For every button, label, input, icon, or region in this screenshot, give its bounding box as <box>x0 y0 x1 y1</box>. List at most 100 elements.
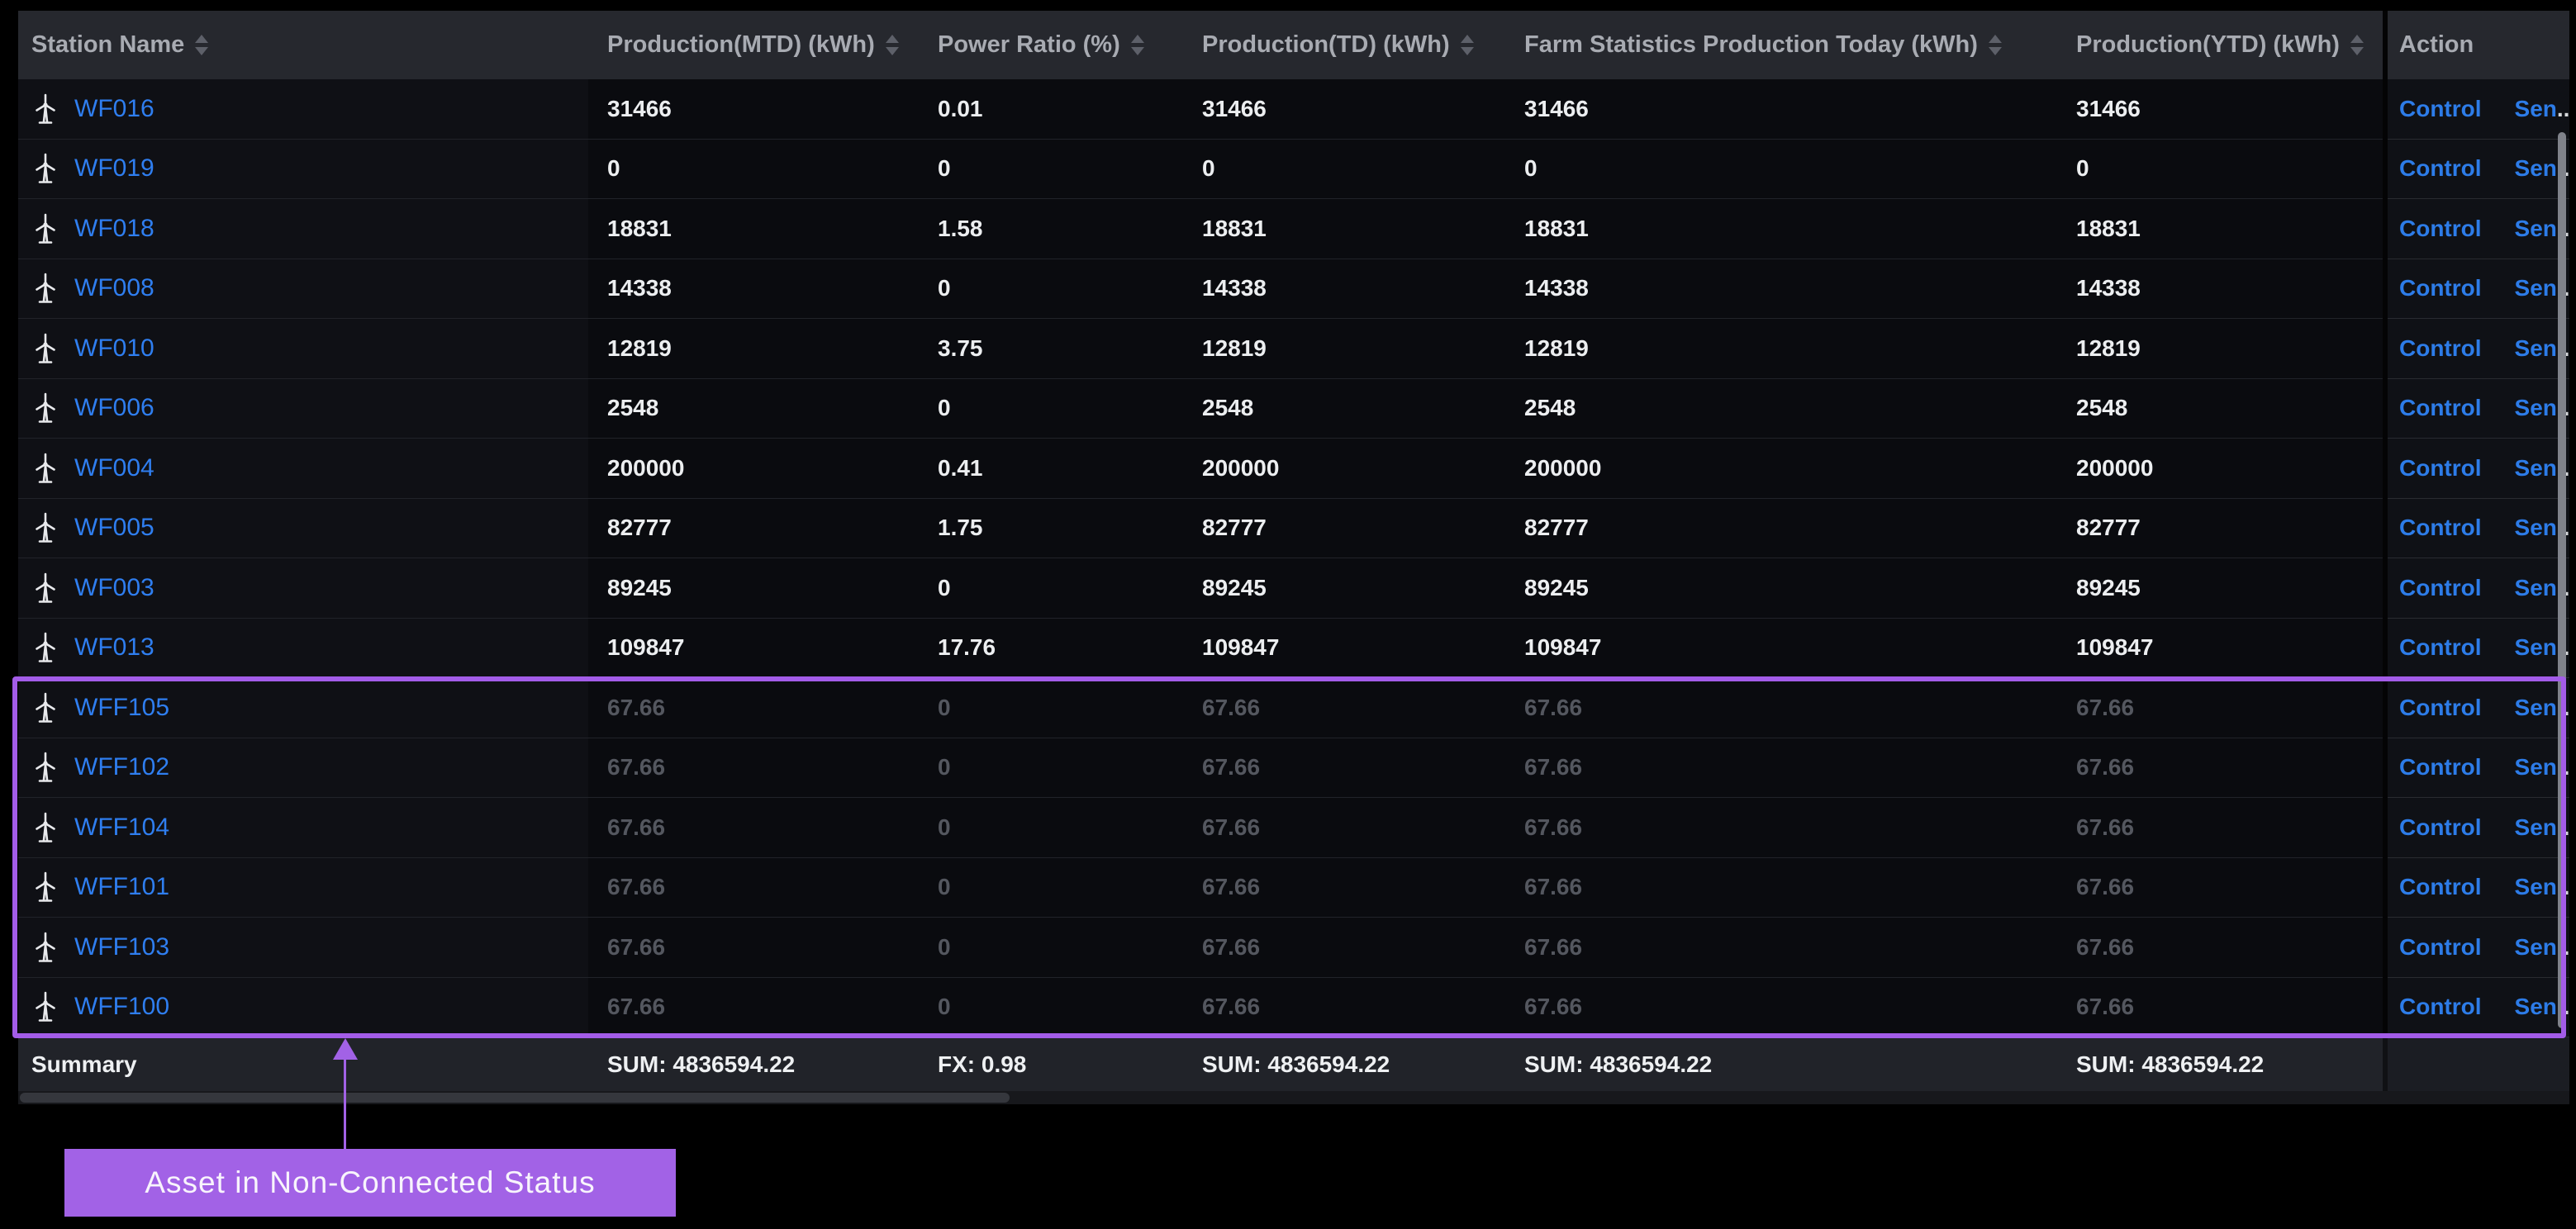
column-header-production-td-kwh-[interactable]: Production(TD) (kWh) <box>1183 11 1505 79</box>
station-name-link[interactable]: WFF101 <box>74 873 169 901</box>
station-name-link[interactable]: WF016 <box>74 95 154 123</box>
sort-carets-icon <box>886 35 899 55</box>
station-cell: WF018 <box>18 199 588 259</box>
cell-production_mtd: 67.66 <box>588 798 919 858</box>
summary-value: SUM: 4836594.22 <box>1505 1037 2057 1091</box>
value-production_mtd: 67.66 <box>607 874 665 900</box>
control-link[interactable]: Control <box>2399 695 2482 721</box>
cell-farm_statistics_today: 200000 <box>1505 439 2057 499</box>
wind-turbine-icon <box>31 692 59 724</box>
cell-production_ytd: 67.66 <box>2057 738 2383 799</box>
control-link[interactable]: Control <box>2399 335 2482 362</box>
value-production_mtd: 200000 <box>607 455 684 482</box>
station-name-link[interactable]: WF006 <box>74 394 154 422</box>
table-body: WF016314660.01314663146631466ControlSen.… <box>18 79 2569 1037</box>
summary-value: SUM: 4836594.22 <box>588 1037 919 1091</box>
cell-production_mtd: 109847 <box>588 619 919 679</box>
control-link[interactable]: Control <box>2399 994 2482 1020</box>
control-link[interactable]: Control <box>2399 814 2482 841</box>
cell-production_mtd: 82777 <box>588 499 919 559</box>
horizontal-scrollbar-track[interactable] <box>18 1091 2569 1104</box>
station-cell: WFF104 <box>18 798 588 858</box>
station-name-link[interactable]: WF018 <box>74 215 154 243</box>
cell-farm_statistics_today: 67.66 <box>1505 678 2057 738</box>
control-link[interactable]: Control <box>2399 754 2482 781</box>
column-header-production-mtd-kwh-[interactable]: Production(MTD) (kWh) <box>588 11 919 79</box>
value-production_td: 200000 <box>1202 455 1279 482</box>
cell-production_ytd: 200000 <box>2057 439 2383 499</box>
control-link[interactable]: Control <box>2399 96 2482 122</box>
station-name-link[interactable]: WF004 <box>74 454 154 482</box>
station-name-link[interactable]: WFF102 <box>74 753 169 781</box>
value-production_ytd: 67.66 <box>2076 934 2134 961</box>
summary-value: SUM: 4836594.22 <box>1183 1037 1505 1091</box>
action-cell: ControlSen... <box>2388 558 2569 619</box>
control-link[interactable]: Control <box>2399 515 2482 541</box>
station-name-link[interactable]: WFF100 <box>74 993 169 1021</box>
summary-value: SUM: 4836594.22 <box>2057 1037 2383 1091</box>
value-production_td: 31466 <box>1202 96 1267 122</box>
column-header-label: Action <box>2399 31 2474 59</box>
station-name-link[interactable]: WF013 <box>74 633 154 662</box>
vertical-scrollbar-thumb[interactable] <box>2558 132 2566 1028</box>
control-link[interactable]: Control <box>2399 216 2482 242</box>
cell-power_ratio: 0 <box>919 379 1183 439</box>
column-header-farm-statistics-production-today-kwh-[interactable]: Farm Statistics Production Today (kWh) <box>1505 11 2057 79</box>
action-cell: ControlSen... <box>2388 140 2569 200</box>
control-link[interactable]: Control <box>2399 455 2482 482</box>
value-production_td: 67.66 <box>1202 994 1260 1020</box>
send-link-truncated[interactable]: Sen... <box>2515 96 2569 122</box>
cell-production_ytd: 67.66 <box>2057 678 2383 738</box>
value-power_ratio: 0 <box>938 934 951 961</box>
station-name-link[interactable]: WF008 <box>74 274 154 302</box>
cell-farm_statistics_today: 0 <box>1505 140 2057 200</box>
table-row: WFF10067.66067.6667.6667.66ControlSen... <box>18 978 2569 1038</box>
cell-power_ratio: 0 <box>919 558 1183 619</box>
value-power_ratio: 0 <box>938 754 951 781</box>
control-link[interactable]: Control <box>2399 575 2482 601</box>
wind-turbine-icon <box>31 93 59 125</box>
station-name-link[interactable]: WF010 <box>74 335 154 363</box>
cell-production_mtd: 0 <box>588 140 919 200</box>
control-link[interactable]: Control <box>2399 934 2482 961</box>
station-name-link[interactable]: WFF105 <box>74 694 169 722</box>
table-row: WF008143380143381433814338ControlSen... <box>18 259 2569 320</box>
value-production_mtd: 89245 <box>607 575 672 601</box>
cell-production_ytd: 89245 <box>2057 558 2383 619</box>
table-row: WF01310984717.76109847109847109847Contro… <box>18 619 2569 679</box>
control-link[interactable]: Control <box>2399 634 2482 661</box>
cell-farm_statistics_today: 67.66 <box>1505 978 2057 1038</box>
cell-production_ytd: 31466 <box>2057 79 2383 140</box>
station-cell: WF008 <box>18 259 588 320</box>
station-name-link[interactable]: WF005 <box>74 514 154 542</box>
cell-production_ytd: 67.66 <box>2057 918 2383 978</box>
control-link[interactable]: Control <box>2399 275 2482 301</box>
station-name-link[interactable]: WFF103 <box>74 933 169 961</box>
cell-power_ratio: 1.75 <box>919 499 1183 559</box>
wind-turbine-icon <box>31 752 59 783</box>
column-header-power-ratio-[interactable]: Power Ratio (%) <box>919 11 1183 79</box>
value-production_ytd: 2548 <box>2076 395 2127 421</box>
column-header-production-ytd-kwh-[interactable]: Production(YTD) (kWh) <box>2057 11 2383 79</box>
table-row: WF01900000ControlSen... <box>18 140 2569 200</box>
value-farm_statistics_today: 67.66 <box>1524 874 1582 900</box>
control-link[interactable]: Control <box>2399 395 2482 421</box>
horizontal-scrollbar-thumb[interactable] <box>20 1093 1010 1103</box>
cell-production_mtd: 67.66 <box>588 858 919 918</box>
control-link[interactable]: Control <box>2399 874 2482 900</box>
wind-turbine-icon <box>31 632 59 663</box>
wind-turbine-icon <box>31 812 59 843</box>
station-cell: WFF103 <box>18 918 588 978</box>
control-link[interactable]: Control <box>2399 155 2482 182</box>
table-row: WF016314660.01314663146631466ControlSen.… <box>18 79 2569 140</box>
wind-turbine-icon <box>31 273 59 304</box>
action-cell: ControlSen... <box>2388 858 2569 918</box>
station-name-link[interactable]: WF003 <box>74 574 154 602</box>
cell-power_ratio: 0.01 <box>919 79 1183 140</box>
cell-power_ratio: 0 <box>919 140 1183 200</box>
cell-production_td: 31466 <box>1183 79 1505 140</box>
cell-production_mtd: 12819 <box>588 319 919 379</box>
column-header-station-name[interactable]: Station Name <box>18 11 588 79</box>
station-name-link[interactable]: WF019 <box>74 154 154 183</box>
station-name-link[interactable]: WFF104 <box>74 814 169 842</box>
